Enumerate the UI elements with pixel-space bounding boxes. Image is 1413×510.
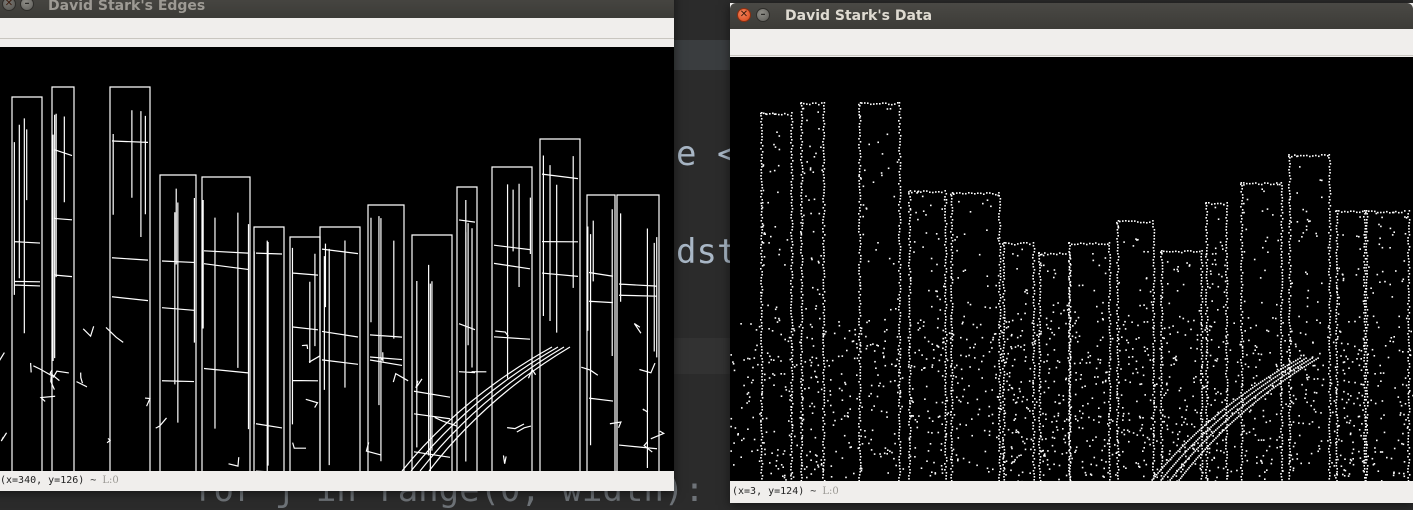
edge-map-image[interactable] [0, 47, 674, 471]
editor-tab-strip [674, 40, 730, 70]
zoom-level: L:0 [102, 475, 118, 486]
minimize-icon: – [757, 9, 769, 21]
zoom-level: L:0 [822, 486, 838, 497]
window-title: David Stark's Edges [48, 0, 205, 14]
window-toolbar [0, 18, 674, 39]
minimize-window-button[interactable]: – [20, 0, 34, 11]
edges-window[interactable]: ✕ – David Stark's Edges (x=340, y=126) ~… [0, 0, 674, 491]
close-icon: ✕ [3, 0, 15, 10]
minimize-window-button[interactable]: – [756, 8, 770, 22]
dotted-edge-drawing [730, 57, 1413, 481]
edge-map-drawing [0, 47, 674, 471]
window-toolbar [730, 29, 1413, 56]
status-bar: (x=340, y=126) ~ L:0 [0, 471, 674, 491]
cursor-coordinates: (x=340, y=126) ~ [0, 475, 96, 486]
close-window-button[interactable]: ✕ [737, 8, 751, 22]
close-icon: ✕ [738, 9, 750, 21]
minimize-icon: – [21, 0, 33, 10]
dotted-edge-image[interactable] [730, 57, 1413, 481]
close-window-button[interactable]: ✕ [2, 0, 16, 11]
window-titlebar[interactable]: ✕ – David Stark's Edges [0, 0, 674, 18]
window-title: David Stark's Data [785, 8, 932, 24]
window-titlebar[interactable]: ✕ – David Stark's Data [730, 3, 1413, 29]
cursor-coordinates: (x=3, y=124) ~ [732, 486, 816, 497]
data-window[interactable]: ✕ – David Stark's Data (x=3, y=124) ~ L:… [730, 3, 1413, 503]
status-bar: (x=3, y=124) ~ L:0 [730, 481, 1413, 503]
code-fragment: e < [676, 134, 737, 174]
editor-current-line-highlight [674, 338, 730, 374]
